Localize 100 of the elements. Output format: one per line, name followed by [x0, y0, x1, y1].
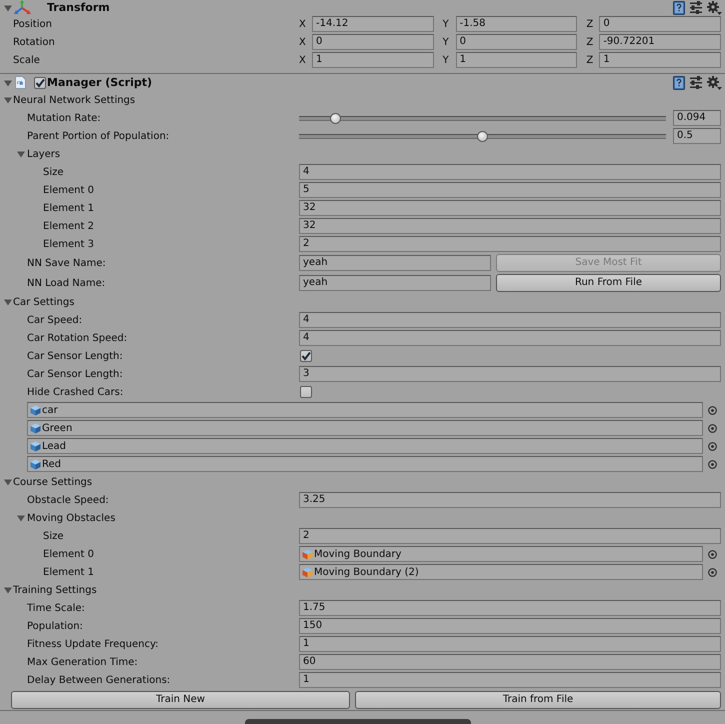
input-field[interactable]: 5 — [299, 182, 721, 198]
input-field[interactable]: yeah — [299, 255, 491, 271]
object-field[interactable]: car — [27, 402, 703, 418]
input-field[interactable]: 0 — [599, 16, 721, 32]
gear-icon[interactable] — [707, 76, 722, 90]
component-title: Transform — [47, 1, 110, 14]
input-field[interactable]: 0.094 — [673, 110, 721, 126]
caret-icon[interactable] — [17, 150, 25, 158]
action-button[interactable]: Run From File — [496, 274, 721, 292]
sliders-icon[interactable] — [690, 76, 702, 89]
cube-icon — [302, 566, 313, 578]
input-field[interactable]: 4 — [299, 312, 721, 328]
input-field[interactable]: 1 — [312, 52, 434, 68]
dot-circle-icon[interactable] — [708, 460, 716, 468]
field-label: Scale — [13, 54, 40, 66]
axis-label: X — [299, 18, 306, 30]
slider-thumb[interactable] — [330, 112, 342, 124]
input-field[interactable]: 1 — [456, 52, 578, 68]
section-header[interactable]: Training Settings — [13, 584, 97, 596]
input-field[interactable]: 150 — [299, 618, 721, 634]
axis-label: X — [299, 36, 306, 48]
field-label: Size — [43, 166, 64, 178]
field-label: NN Save Name: — [27, 258, 106, 268]
cube-icon — [30, 440, 41, 452]
checkbox[interactable] — [34, 76, 46, 88]
sliders-icon[interactable] — [690, 1, 702, 14]
field-label: Max Generation Time: — [27, 656, 138, 668]
caret-icon[interactable] — [4, 586, 12, 594]
field-label: Car Sensor Length: — [27, 350, 123, 362]
input-field[interactable]: 4 — [299, 164, 721, 180]
object-field[interactable]: Red — [27, 456, 703, 472]
axis-label: Z — [586, 18, 594, 30]
field-label: Element 1 — [43, 566, 94, 578]
script-file-icon — [15, 76, 26, 89]
dot-circle-icon[interactable] — [708, 406, 716, 414]
axis-label: Z — [586, 36, 594, 48]
dot-circle-icon[interactable] — [708, 568, 716, 576]
caret-icon[interactable] — [17, 514, 25, 522]
checkbox[interactable] — [300, 350, 312, 362]
object-field[interactable]: Moving Boundary — [299, 546, 703, 562]
cube-icon — [30, 404, 41, 416]
field-label: Fitness Update Frequency: — [27, 638, 159, 650]
field-label: Mutation Rate: — [27, 112, 101, 124]
input-field[interactable]: 3 — [299, 366, 721, 382]
object-field[interactable]: Lead — [27, 438, 703, 454]
cube-icon — [30, 458, 41, 470]
field-label: Element 2 — [43, 220, 94, 232]
input-field[interactable]: 0.5 — [673, 128, 721, 144]
section-header[interactable]: Car Settings — [13, 296, 74, 308]
input-field[interactable]: 1 — [299, 636, 721, 652]
foldout-label[interactable]: Layers — [27, 148, 60, 160]
object-field[interactable]: Green — [27, 420, 703, 436]
input-field[interactable]: -1.58 — [456, 16, 578, 32]
input-field[interactable]: 4 — [299, 330, 721, 346]
field-label: Car Rotation Speed: — [27, 332, 128, 344]
action-button[interactable]: Train from File — [355, 690, 721, 708]
help-icon[interactable] — [673, 0, 685, 14]
field-label: Obstacle Speed: — [27, 494, 109, 506]
field-label: Element 1 — [43, 202, 94, 214]
checkbox[interactable] — [300, 386, 312, 398]
caret-icon[interactable] — [4, 4, 12, 12]
caret-icon[interactable] — [4, 298, 12, 306]
caret-icon[interactable] — [4, 478, 12, 486]
action-button[interactable]: Train New — [11, 690, 350, 708]
foldout-label[interactable]: Moving Obstacles — [27, 512, 116, 524]
help-icon[interactable] — [673, 76, 685, 90]
field-label: Car Speed: — [27, 314, 82, 326]
axes-icon — [14, 0, 31, 15]
dot-circle-icon[interactable] — [708, 424, 716, 432]
input-field[interactable]: 3.25 — [299, 492, 721, 508]
section-header[interactable]: Course Settings — [13, 476, 92, 488]
axis-label: Y — [442, 36, 449, 48]
input-field[interactable]: 0 — [456, 34, 578, 50]
axis-label: Z — [586, 54, 594, 66]
gear-icon[interactable] — [707, 0, 722, 14]
input-field[interactable]: 1 — [299, 672, 721, 688]
input-field[interactable]: 0 — [312, 34, 434, 50]
object-field[interactable]: Moving Boundary (2) — [299, 564, 703, 580]
field-label: NN Load Name: — [27, 278, 106, 288]
axis-label: X — [299, 54, 306, 66]
caret-icon[interactable] — [4, 78, 12, 86]
field-label: Element 3 — [43, 238, 94, 250]
input-field[interactable]: 1 — [599, 52, 721, 68]
input-field[interactable]: 32 — [299, 218, 721, 234]
input-field[interactable]: -90.72201 — [599, 34, 721, 50]
input-field[interactable]: 32 — [299, 200, 721, 216]
input-field[interactable]: 2 — [299, 528, 721, 544]
input-field[interactable]: -14.12 — [312, 16, 434, 32]
axis-label: Y — [442, 54, 449, 66]
field-label: Element 0 — [43, 184, 94, 196]
dot-circle-icon[interactable] — [708, 550, 716, 558]
field-label: Time Scale: — [27, 602, 85, 614]
input-field[interactable]: 60 — [299, 654, 721, 670]
section-header[interactable]: Neural Network Settings — [13, 94, 136, 106]
dot-circle-icon[interactable] — [708, 442, 716, 450]
caret-icon[interactable] — [4, 96, 12, 104]
slider-thumb[interactable] — [477, 130, 488, 142]
input-field[interactable]: yeah — [299, 275, 491, 291]
input-field[interactable]: 2 — [299, 236, 721, 252]
input-field[interactable]: 1.75 — [299, 600, 721, 616]
